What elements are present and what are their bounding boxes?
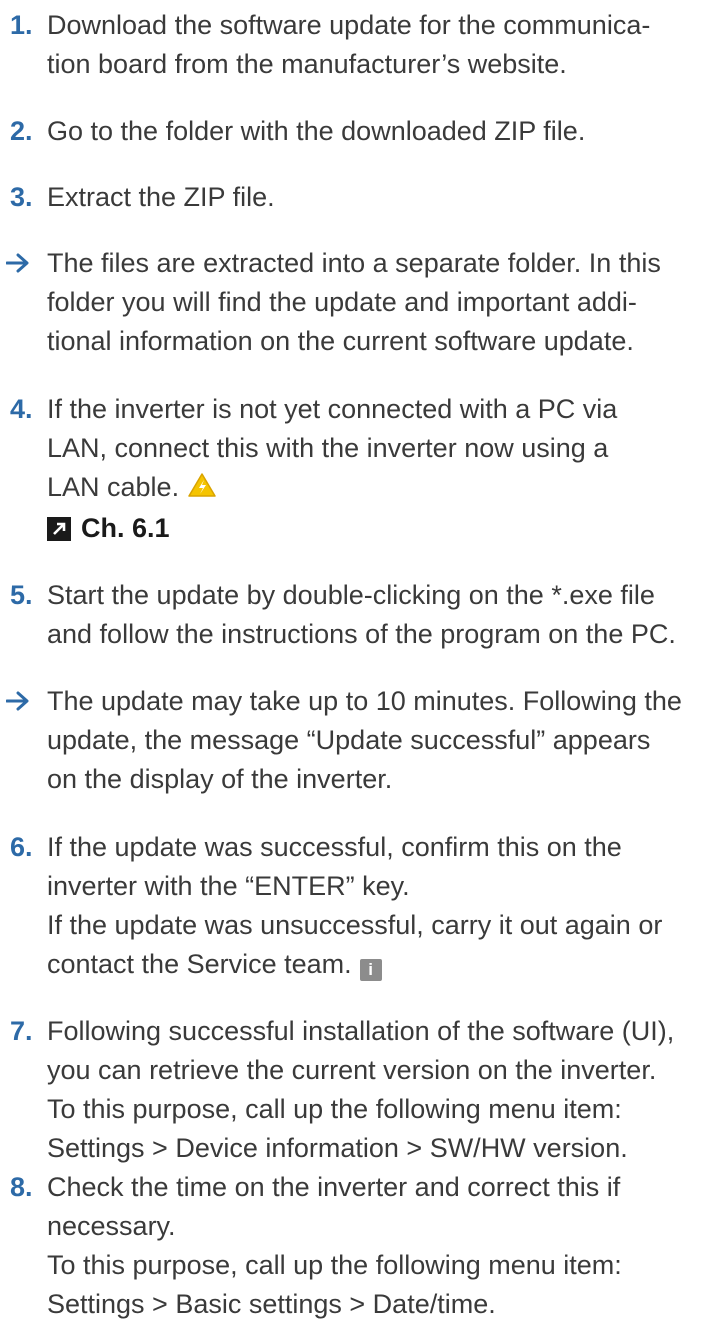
step-text-line: contact the Service team. <box>47 949 352 979</box>
step-text-line: folder you will find the update and impo… <box>47 287 637 317</box>
list-item-result-1: The files are extracted into a separate … <box>0 244 720 361</box>
step-text-line: inverter with the “ENTER” key. <box>47 871 410 901</box>
step-text-line: Start the update by double-clicking on t… <box>47 580 655 610</box>
step-text-line: and follow the instructions of the progr… <box>47 619 676 649</box>
chapter-reference-label: Ch. 6.1 <box>81 513 170 543</box>
step-text-line: The update may take up to 10 minutes. Fo… <box>47 686 682 716</box>
step-text-line: Go to the folder with the downloaded ZIP… <box>47 116 586 146</box>
list-item-step-5: 5. Start the update by double-clicking o… <box>0 576 720 654</box>
step-text-line: Settings > Device information > SW/HW ve… <box>47 1133 628 1163</box>
info-icon[interactable]: i <box>359 959 382 981</box>
result-arrow-icon <box>6 682 30 711</box>
step-text-line: LAN, connect this with the inverter now … <box>47 433 609 463</box>
step-text-line: you can retrieve the current version on … <box>47 1055 657 1085</box>
list-item-result-2: The update may take up to 10 minutes. Fo… <box>0 682 720 799</box>
list-item-step-4: 4. If the inverter is not yet connected … <box>0 390 720 548</box>
step-text-line: Check the time on the inverter and corre… <box>47 1172 621 1202</box>
step-number: 6. <box>10 832 33 862</box>
step-text-line: tional information on the current softwa… <box>47 326 634 356</box>
step-text-line: If the inverter is not yet connected wit… <box>47 394 618 424</box>
list-item-step-8: 8. Check the time on the inverter and co… <box>0 1168 720 1324</box>
cross-reference-arrow-icon <box>47 516 71 541</box>
step-text-line: necessary. <box>47 1211 176 1241</box>
step-text-line: tion board from the manufacturer’s websi… <box>47 49 567 79</box>
chapter-reference-link[interactable]: Ch. 6.1 <box>47 509 720 548</box>
step-text-line: Download the software update for the com… <box>47 10 651 40</box>
step-text-line: To this purpose, call up the following m… <box>47 1250 622 1280</box>
list-item-step-3: 3. Extract the ZIP file. <box>0 178 720 217</box>
step-number: 7. <box>10 1016 33 1046</box>
result-arrow-icon <box>6 244 30 273</box>
step-number: 5. <box>10 580 33 610</box>
step-number: 2. <box>10 116 33 146</box>
step-number: 1. <box>10 10 33 40</box>
step-number: 3. <box>10 182 33 212</box>
step-number: 4. <box>10 394 33 424</box>
step-text-line: Settings > Basic settings > Date/time. <box>47 1289 496 1319</box>
list-item-step-7: 7. Following successful installation of … <box>0 1012 720 1168</box>
step-text-line: To this purpose, call up the following m… <box>47 1094 622 1124</box>
step-text-line: Following successful installation of the… <box>47 1016 675 1046</box>
step-text-line: update, the message “Update successful” … <box>47 725 651 755</box>
list-item-step-2: 2. Go to the folder with the downloaded … <box>0 112 720 151</box>
manual-page: 1. Download the software update for the … <box>0 0 724 1319</box>
step-text-line: If the update was successful, confirm th… <box>47 832 622 862</box>
step-text-line: If the update was unsuccessful, carry it… <box>47 910 663 940</box>
step-text-line: The files are extracted into a separate … <box>47 248 661 278</box>
step-text-line: LAN cable. <box>47 472 180 502</box>
step-text-line: on the display of the inverter. <box>47 764 393 794</box>
list-item-step-6: 6. If the update was successful, confirm… <box>0 828 720 984</box>
list-item-step-1: 1. Download the software update for the … <box>0 6 720 84</box>
step-number: 8. <box>10 1172 33 1202</box>
warning-triangle-icon <box>187 470 217 509</box>
step-text-line: Extract the ZIP file. <box>47 182 275 212</box>
